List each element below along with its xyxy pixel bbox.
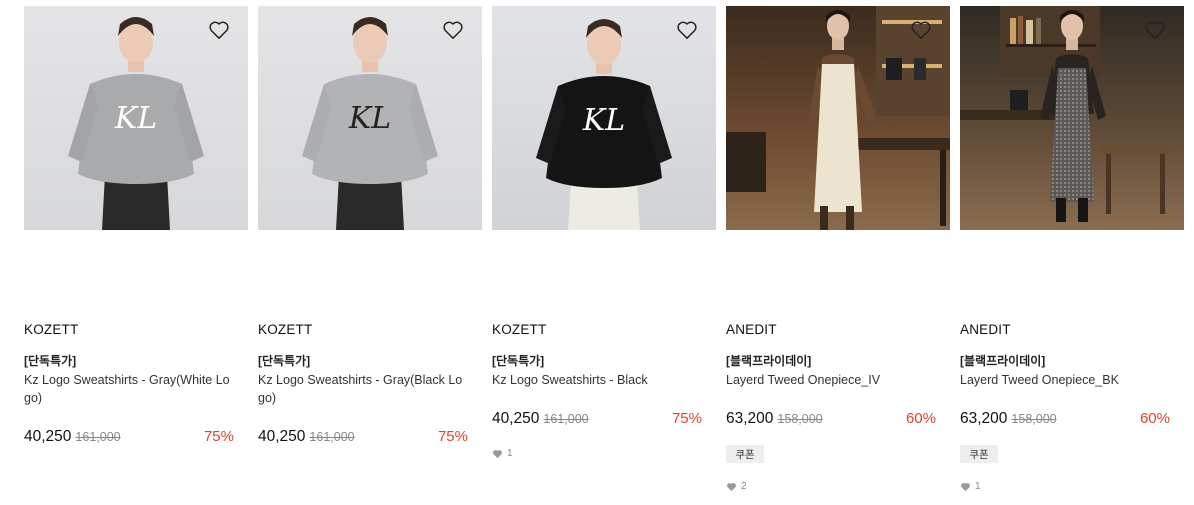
coupon-badge: 쿠폰 bbox=[960, 445, 998, 463]
sale-price: 40,250 bbox=[492, 410, 540, 427]
price-row: 63,200 158,000 60% bbox=[726, 410, 936, 428]
wishlist-heart-icon[interactable] bbox=[208, 20, 234, 46]
wishlist-heart-icon[interactable] bbox=[910, 20, 936, 46]
price-row: 40,250 161,000 75% bbox=[24, 428, 234, 446]
product-name[interactable]: Layerd Tweed Onepiece_IV bbox=[726, 371, 936, 389]
price-row: 40,250 161,000 75% bbox=[258, 428, 468, 446]
original-price: 161,000 bbox=[543, 412, 589, 426]
like-count: 1 bbox=[960, 481, 981, 492]
product-card[interactable]: KL KOZETT [단독특가] Kz Logo Sweatshirts - G… bbox=[258, 6, 482, 445]
like-count: 2 bbox=[726, 481, 747, 492]
product-name[interactable]: Kz Logo Sweatshirts - Gray(White Logo) bbox=[24, 371, 234, 407]
discount-rate: 75% bbox=[203, 428, 234, 445]
product-image[interactable] bbox=[726, 6, 950, 230]
promo-tag: [블랙프라이데이] bbox=[726, 354, 812, 368]
discount-rate: 60% bbox=[1139, 410, 1170, 427]
product-image[interactable]: KL bbox=[492, 6, 716, 230]
product-grid: KL KOZETT [단독특가] Kz Logo Sweatshirts - G… bbox=[24, 6, 1184, 492]
wishlist-heart-icon[interactable] bbox=[442, 20, 468, 46]
discount-rate: 75% bbox=[437, 428, 468, 445]
coupon-badge: 쿠폰 bbox=[726, 445, 764, 463]
like-count: 1 bbox=[492, 448, 513, 459]
promo-tag: [단독특가] bbox=[258, 354, 311, 368]
sale-price: 63,200 bbox=[960, 410, 1008, 427]
product-name[interactable]: Kz Logo Sweatshirts - Gray(Black Logo) bbox=[258, 371, 468, 407]
promo-tag: [블랙프라이데이] bbox=[960, 354, 1046, 368]
brand-name[interactable]: ANEDIT bbox=[960, 322, 1011, 337]
promo-tag: [단독특가] bbox=[24, 354, 77, 368]
heart-filled-icon bbox=[493, 449, 502, 458]
discount-rate: 75% bbox=[671, 410, 702, 427]
product-image[interactable] bbox=[960, 6, 1184, 230]
brand-name[interactable]: KOZETT bbox=[492, 322, 546, 337]
sale-price: 40,250 bbox=[24, 428, 72, 445]
price-row: 63,200 158,000 60% bbox=[960, 410, 1170, 428]
wishlist-heart-icon[interactable] bbox=[676, 20, 702, 46]
original-price: 161,000 bbox=[309, 430, 355, 444]
product-image[interactable]: KL bbox=[258, 6, 482, 230]
original-price: 158,000 bbox=[777, 412, 823, 426]
heart-filled-icon bbox=[727, 482, 736, 491]
product-card[interactable]: ANEDIT [블랙프라이데이] Layerd Tweed Onepiece_B… bbox=[960, 6, 1184, 492]
product-card[interactable]: KL KOZETT [단독특가] Kz Logo Sweatshirts - G… bbox=[24, 6, 248, 445]
wishlist-heart-icon[interactable] bbox=[1144, 20, 1170, 46]
sale-price: 40,250 bbox=[258, 428, 306, 445]
discount-rate: 60% bbox=[905, 410, 936, 427]
like-count-value: 2 bbox=[741, 481, 747, 492]
original-price: 161,000 bbox=[75, 430, 121, 444]
product-name[interactable]: Kz Logo Sweatshirts - Black bbox=[492, 371, 702, 389]
product-name[interactable]: Layerd Tweed Onepiece_BK bbox=[960, 371, 1170, 389]
product-image[interactable]: KL bbox=[24, 6, 248, 230]
sale-price: 63,200 bbox=[726, 410, 774, 427]
brand-name[interactable]: KOZETT bbox=[24, 322, 78, 337]
brand-name[interactable]: ANEDIT bbox=[726, 322, 777, 337]
svg-text:KL: KL bbox=[582, 103, 625, 138]
original-price: 158,000 bbox=[1011, 412, 1057, 426]
brand-name[interactable]: KOZETT bbox=[258, 322, 312, 337]
price-row: 40,250 161,000 75% bbox=[492, 410, 702, 428]
product-card[interactable]: ANEDIT [블랙프라이데이] Layerd Tweed Onepiece_I… bbox=[726, 6, 950, 492]
svg-text:KL: KL bbox=[114, 101, 157, 136]
promo-tag: [단독특가] bbox=[492, 354, 545, 368]
svg-text:KL: KL bbox=[348, 101, 391, 136]
like-count-value: 1 bbox=[975, 481, 981, 492]
like-count-value: 1 bbox=[507, 448, 513, 459]
heart-filled-icon bbox=[961, 482, 970, 491]
product-card[interactable]: KL KOZETT [단독특가] Kz Logo Sweatshirts - B… bbox=[492, 6, 716, 459]
